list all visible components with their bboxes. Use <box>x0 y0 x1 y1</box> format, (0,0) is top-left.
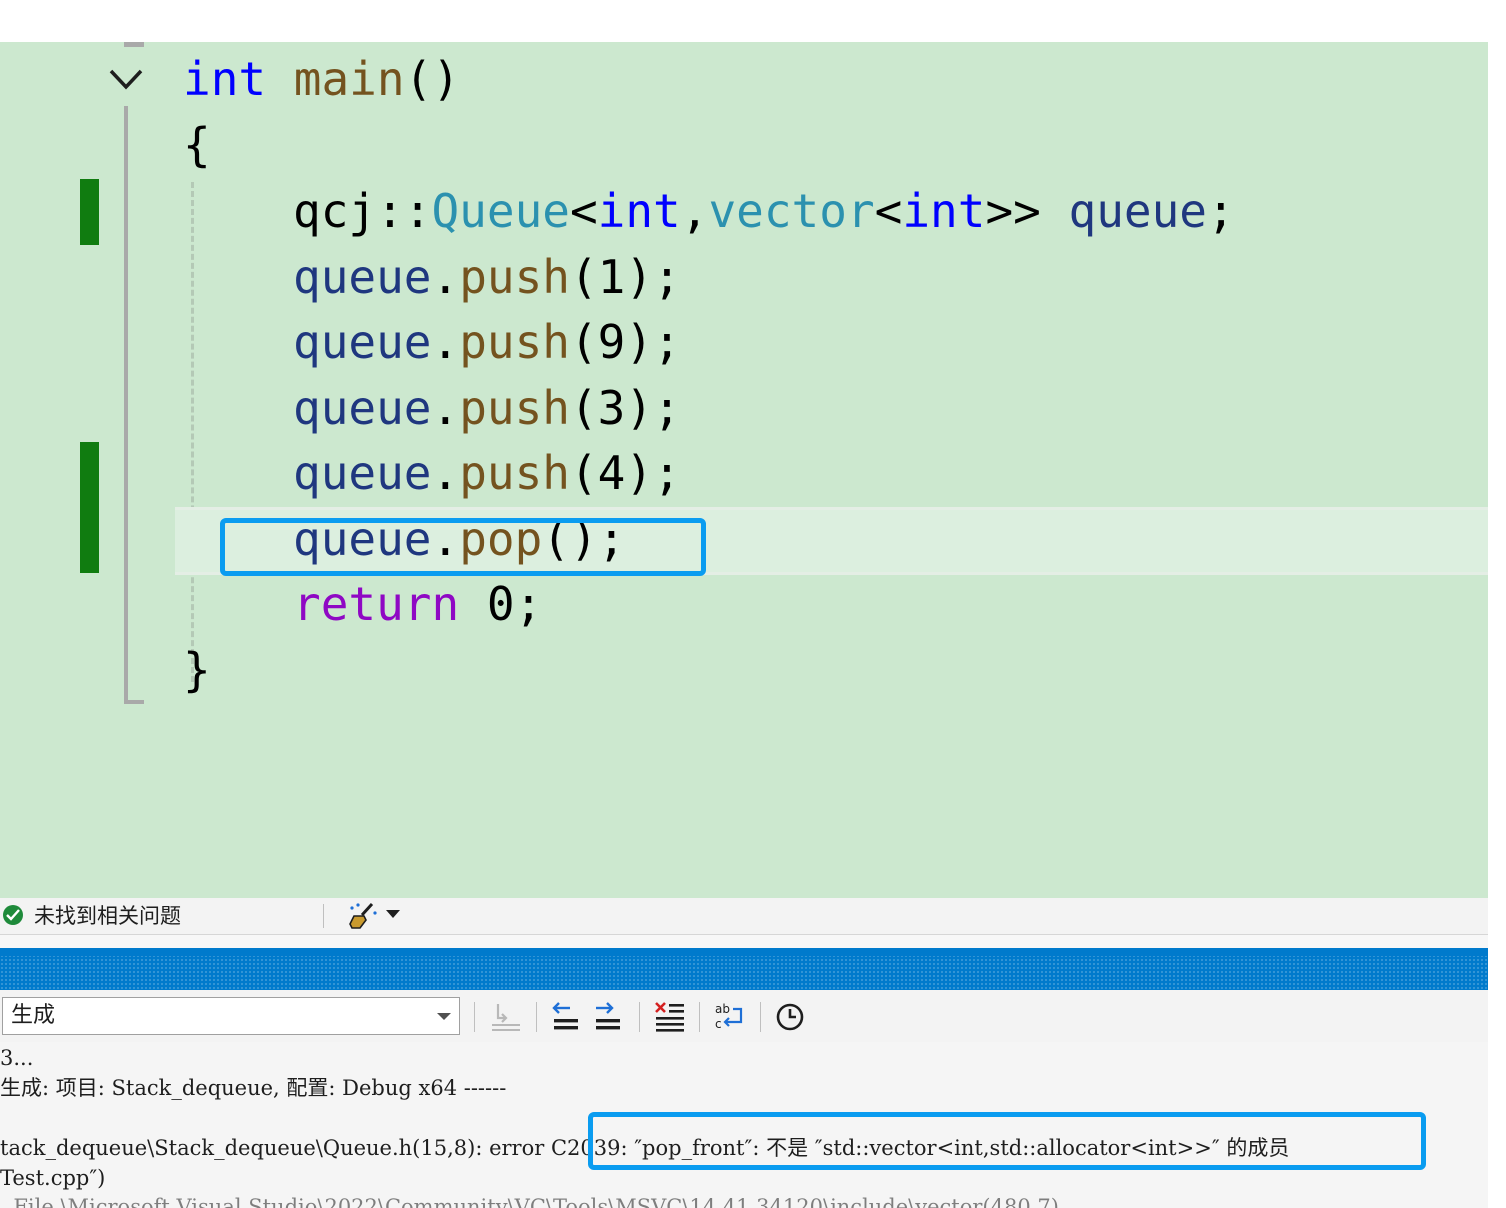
code-token: . <box>431 446 460 500</box>
change-indicator <box>80 442 99 573</box>
fold-region-line <box>124 106 128 702</box>
code-editor[interactable]: int main() { qcj::Queue<int,vector<int>>… <box>0 42 1488 898</box>
code-token: { <box>183 118 211 172</box>
separator <box>639 1002 640 1032</box>
code-token: push <box>459 381 570 435</box>
next-message-icon[interactable] <box>592 1000 626 1034</box>
svg-text:ab: ab <box>715 1002 730 1016</box>
output-panel-title-bar[interactable] <box>0 948 1488 990</box>
code-token: queue <box>293 446 432 500</box>
editor-status-bar: 未找到相关问题 <box>0 898 1488 935</box>
output-line: 生成: 项目: Stack_dequeue, 配置: Debug x64 ---… <box>0 1076 507 1100</box>
separator <box>760 1002 761 1032</box>
output-line: Test.cpp″) <box>0 1166 106 1190</box>
window-edge <box>1488 0 1506 1208</box>
code-token: queue <box>293 381 432 435</box>
code-line[interactable]: queue.push(9); <box>293 310 681 375</box>
clear-all-icon[interactable] <box>653 1000 687 1034</box>
code-line[interactable]: queue.push(4); <box>293 441 681 506</box>
code-token: ( <box>569 446 598 500</box>
code-token: , <box>680 184 709 238</box>
code-token: . <box>431 250 460 304</box>
code-line[interactable]: } <box>183 638 211 703</box>
chevron-down-icon[interactable] <box>386 910 400 918</box>
previous-message-icon[interactable] <box>550 1000 584 1034</box>
separator <box>474 1002 475 1032</box>
code-token: int <box>902 184 986 238</box>
code-token: main <box>293 52 405 106</box>
code-token: vector <box>708 184 875 238</box>
indent-guide <box>191 182 194 682</box>
code-token: int <box>183 52 267 106</box>
code-line[interactable]: qcj::Queue<int,vector<int>> queue; <box>293 179 1235 244</box>
code-token: } <box>183 643 211 697</box>
code-token: return <box>293 577 460 631</box>
code-token: queue <box>293 250 432 304</box>
code-token: 0 <box>486 577 515 631</box>
code-token: Queue <box>431 184 570 238</box>
code-token: < <box>874 184 903 238</box>
output-line: 3... <box>0 1046 34 1070</box>
panel-gap <box>0 935 1488 948</box>
code-token: . <box>431 381 460 435</box>
svg-text:c: c <box>715 1017 722 1031</box>
code-token: ; <box>514 577 543 631</box>
fold-region-end <box>124 700 144 704</box>
code-token: queue <box>1068 184 1208 238</box>
code-token: 3 <box>597 381 626 435</box>
separator <box>699 1002 700 1032</box>
code-token: int <box>597 184 681 238</box>
code-line[interactable]: { <box>183 113 211 178</box>
code-token: ); <box>625 446 681 500</box>
highlight-box-code <box>220 518 706 576</box>
code-token: ( <box>569 315 598 369</box>
check-circle-icon <box>3 905 23 925</box>
code-token: >> <box>985 184 1069 238</box>
timestamp-icon[interactable] <box>773 1000 807 1034</box>
chevron-down-icon <box>437 1013 451 1020</box>
code-token: () <box>404 52 460 106</box>
code-token: ); <box>625 381 681 435</box>
output-source-value: 生成 <box>11 1003 56 1028</box>
code-token: ( <box>569 250 598 304</box>
code-token: 9 <box>597 315 626 369</box>
separator <box>536 1002 537 1032</box>
chevron-down-icon[interactable] <box>108 67 144 93</box>
code-token: ; <box>1207 184 1235 238</box>
status-message: 未找到相关问题 <box>34 904 181 928</box>
code-token: :: <box>376 184 432 238</box>
code-token: push <box>459 315 570 369</box>
code-token: ); <box>625 250 681 304</box>
code-token: push <box>459 250 570 304</box>
change-indicator <box>80 179 99 245</box>
output-line: File \Microsoft Visual Studio\2022\Commu… <box>0 1195 1059 1208</box>
cleanup-brush-icon[interactable] <box>348 902 378 930</box>
code-token: qcj <box>293 184 377 238</box>
separator <box>323 904 324 928</box>
output-toolbar: 生成 ab c <box>0 990 1488 1042</box>
code-token: 1 <box>597 250 626 304</box>
fold-marker-top <box>124 42 144 47</box>
code-token: 4 <box>597 446 626 500</box>
title-bar-edge <box>0 948 1488 956</box>
code-line[interactable]: queue.push(3); <box>293 376 681 441</box>
code-token: . <box>431 315 460 369</box>
highlight-box-error <box>588 1112 1426 1170</box>
code-token: ); <box>625 315 681 369</box>
go-to-location-icon[interactable] <box>489 1000 523 1034</box>
output-source-select[interactable]: 生成 <box>2 997 460 1035</box>
code-line[interactable]: int main() <box>183 47 460 112</box>
code-token: ( <box>569 381 598 435</box>
output-text-area[interactable]: 3... 生成: 项目: Stack_dequeue, 配置: Debug x6… <box>0 1042 1488 1208</box>
code-token: < <box>569 184 598 238</box>
code-token: queue <box>293 315 432 369</box>
word-wrap-icon[interactable]: ab c <box>713 1000 747 1034</box>
code-line[interactable]: return 0; <box>293 572 542 637</box>
code-token: push <box>459 446 570 500</box>
code-line[interactable]: queue.push(1); <box>293 245 681 310</box>
